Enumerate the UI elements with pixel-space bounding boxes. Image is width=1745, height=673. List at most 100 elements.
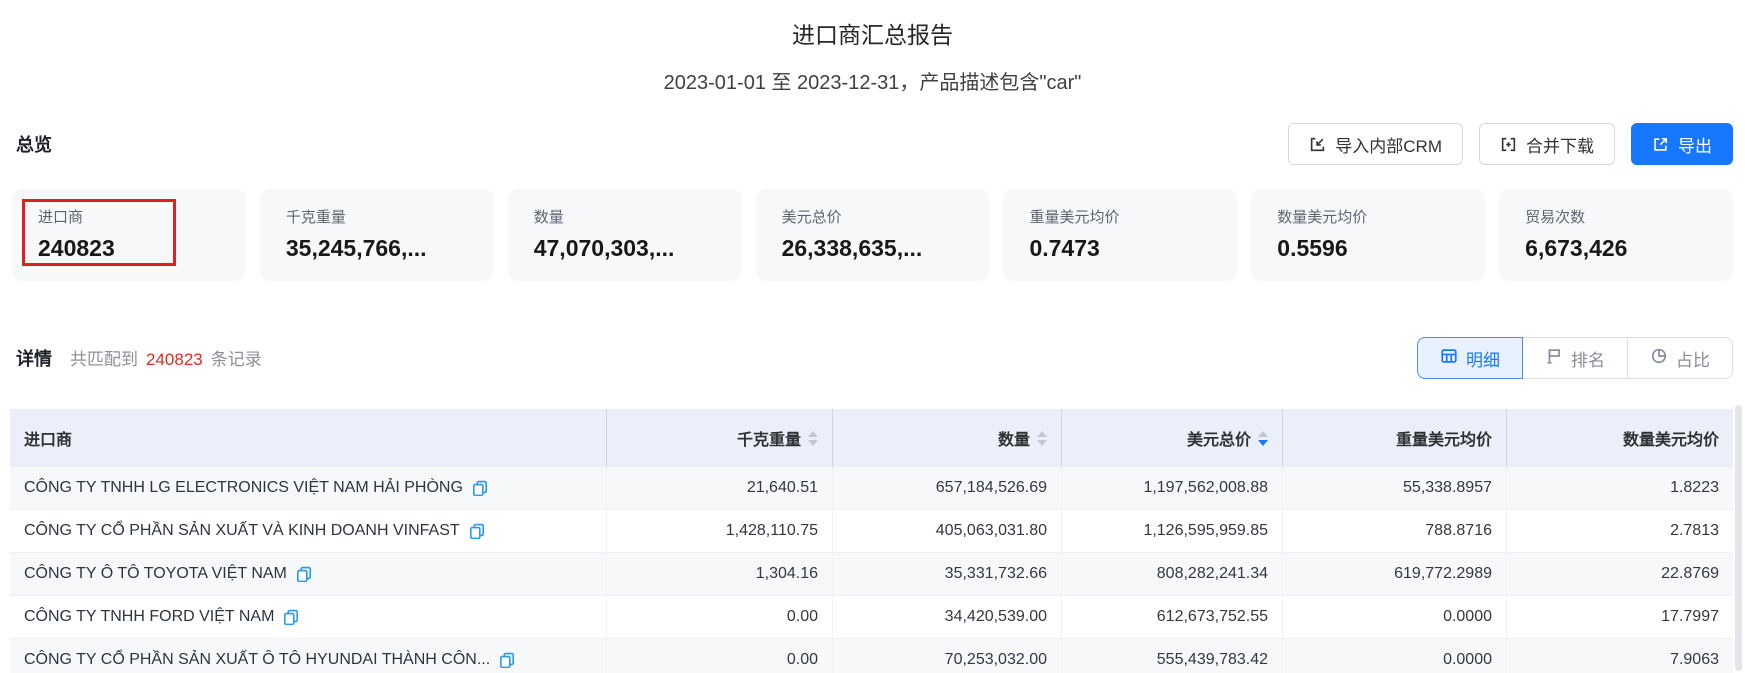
card-value: 35,245,766,... [285, 235, 427, 261]
card-usd-per-kg[interactable]: 重量美元均价 0.7473 [1003, 189, 1238, 281]
cell-usd-per-qty: 7.9063 [1670, 651, 1719, 668]
merge-download-label: 合并下载 [1526, 136, 1594, 156]
detail-summary: 详情 共匹配到 240823 条记录 [16, 345, 262, 371]
card-importers[interactable]: 进口商 240823 [12, 189, 246, 281]
card-value: 47,070,303,... [533, 235, 675, 261]
vertical-scrollbar[interactable] [1735, 405, 1742, 671]
cell-usd-per-qty: 22.8769 [1661, 565, 1719, 582]
column-header-total-usd[interactable]: 美元总价 [1062, 409, 1283, 467]
column-header-importer: 进口商 [10, 409, 607, 467]
report-date-range: 2023-01-01 至 2023-12-31，产品描述包含"car" [663, 72, 1082, 94]
cell-total-usd: 1,197,562,008.88 [1062, 467, 1283, 509]
column-header-quantity[interactable]: 数量 [833, 409, 1062, 467]
card-label: 美元总价 [781, 209, 842, 226]
view-tabs: 明细 排名 占比 [1417, 337, 1733, 379]
table-row[interactable]: CÔNG TY CỔ PHẦN SẢN XUẤT Ô TÔ HYUNDAI TH… [10, 639, 1733, 673]
cell-usd-per-kg: 619,772.2989 [1283, 553, 1507, 595]
import-crm-label: 导入内部CRM [1335, 136, 1442, 156]
copy-icon[interactable] [469, 523, 485, 539]
match-suffix: 条记录 [210, 350, 262, 369]
card-value: 0.7473 [1029, 235, 1100, 261]
tab-proportion[interactable]: 占比 [1627, 337, 1733, 379]
cell-usd-per-kg: 0.0000 [1283, 639, 1507, 673]
table-row[interactable]: CÔNG TY TNHH LG ELECTRONICS VIỆT NAM HẢI… [10, 467, 1733, 510]
card-total-usd[interactable]: 美元总价 26,338,635,... [755, 189, 990, 281]
cell-usd-per-kg: 55,338.8957 [1283, 467, 1507, 509]
export-icon [1652, 136, 1669, 153]
column-header-usd-per-qty: 数量美元均价 [1622, 432, 1719, 449]
column-header-weight-kg[interactable]: 千克重量 [607, 409, 833, 467]
importer-name-link[interactable]: CÔNG TY CỔ PHẦN SẢN XUẤT Ô TÔ HYUNDAI TH… [24, 651, 490, 669]
match-prefix: 共匹配到 [70, 350, 138, 369]
card-value: 26,338,635,... [781, 235, 923, 261]
sort-carets-icon[interactable] [1258, 430, 1268, 446]
card-label: 数量 [533, 209, 564, 226]
tab-ranking[interactable]: 排名 [1522, 337, 1628, 379]
cell-quantity: 70,253,032.00 [833, 639, 1062, 673]
sort-carets-icon[interactable] [1037, 430, 1047, 446]
cell-total-usd: 555,439,783.42 [1062, 639, 1283, 673]
export-button[interactable]: 导出 [1631, 123, 1733, 165]
cell-quantity: 35,331,732.66 [833, 553, 1062, 595]
summary-cards: 进口商 240823 千克重量 35,245,766,... 数量 47,070… [0, 189, 1745, 281]
cell-usd-per-qty: 17.7997 [1661, 608, 1719, 625]
importer-table: 进口商 千克重量 数量 美元总价 重量美元均价 数量美元均价 CÔNG TY T… [10, 409, 1733, 673]
card-value: 0.5596 [1277, 235, 1348, 261]
card-usd-per-qty[interactable]: 数量美元均价 0.5596 [1251, 189, 1486, 281]
pie-icon [1650, 347, 1668, 370]
importer-name-link[interactable]: CÔNG TY TNHH FORD VIỆT NAM [24, 608, 274, 626]
cell-quantity: 657,184,526.69 [833, 467, 1062, 509]
table-row[interactable]: CÔNG TY CỔ PHẦN SẢN XUẤT VÀ KINH DOANH V… [10, 510, 1733, 553]
detail-section-label: 详情 [16, 349, 52, 369]
card-weight-kg[interactable]: 千克重量 35,245,766,... [259, 189, 494, 281]
table-row[interactable]: CÔNG TY TNHH FORD VIỆT NAM 0.00 34,420,5… [10, 596, 1733, 639]
detail-bar: 详情 共匹配到 240823 条记录 明细 排名 占比 [0, 337, 1745, 379]
cell-total-usd: 612,673,752.55 [1062, 596, 1283, 638]
card-value: 6,673,426 [1525, 235, 1628, 261]
copy-icon[interactable] [499, 652, 515, 668]
import-icon [1309, 136, 1326, 153]
copy-icon[interactable] [296, 566, 312, 582]
overview-actions: 导入内部CRM 合并下载 导出 [1288, 123, 1733, 165]
merge-download-button[interactable]: 合并下载 [1479, 123, 1615, 165]
copy-icon[interactable] [472, 480, 488, 496]
card-value: 240823 [38, 235, 115, 261]
table-row[interactable]: CÔNG TY Ô TÔ TOYOTA VIỆT NAM 1,304.16 35… [10, 553, 1733, 596]
card-label: 贸易次数 [1525, 209, 1586, 226]
table-icon [1440, 347, 1458, 370]
table-header-row: 进口商 千克重量 数量 美元总价 重量美元均价 数量美元均价 [10, 409, 1733, 467]
copy-icon[interactable] [283, 609, 299, 625]
cell-usd-per-kg: 0.0000 [1283, 596, 1507, 638]
match-count: 240823 [146, 350, 203, 369]
cell-weight-kg: 0.00 [607, 596, 833, 638]
cell-total-usd: 1,126,595,959.85 [1062, 510, 1283, 552]
tab-detail[interactable]: 明细 [1417, 337, 1523, 379]
cell-quantity: 405,063,031.80 [833, 510, 1062, 552]
import-crm-button[interactable]: 导入内部CRM [1288, 123, 1463, 165]
card-label: 数量美元均价 [1277, 209, 1368, 226]
card-label: 千克重量 [285, 209, 346, 226]
overview-bar: 总览 导入内部CRM 合并下载 导出 [0, 123, 1745, 165]
export-label: 导出 [1678, 136, 1712, 156]
tab-detail-label: 明细 [1466, 350, 1500, 370]
cell-usd-per-qty: 1.8223 [1670, 479, 1719, 496]
card-trade-count[interactable]: 贸易次数 6,673,426 [1499, 189, 1734, 281]
page-title: 进口商汇总报告 [792, 22, 953, 48]
importer-name-link[interactable]: CÔNG TY Ô TÔ TOYOTA VIỆT NAM [24, 565, 287, 583]
importer-name-link[interactable]: CÔNG TY CỔ PHẦN SẢN XUẤT VÀ KINH DOANH V… [24, 522, 460, 540]
tab-proportion-label: 占比 [1676, 350, 1710, 370]
cell-total-usd: 808,282,241.34 [1062, 553, 1283, 595]
overview-section-label: 总览 [16, 135, 52, 155]
card-label: 重量美元均价 [1029, 209, 1120, 226]
cell-weight-kg: 21,640.51 [607, 467, 833, 509]
cell-weight-kg: 0.00 [607, 639, 833, 673]
column-header-usd-per-kg: 重量美元均价 [1283, 409, 1507, 467]
merge-icon [1500, 136, 1517, 153]
importer-name-link[interactable]: CÔNG TY TNHH LG ELECTRONICS VIỆT NAM HẢI… [24, 479, 463, 497]
cell-weight-kg: 1,304.16 [607, 553, 833, 595]
card-quantity[interactable]: 数量 47,070,303,... [507, 189, 742, 281]
card-label: 进口商 [38, 209, 84, 226]
sort-carets-icon[interactable] [808, 430, 818, 446]
cell-quantity: 34,420,539.00 [833, 596, 1062, 638]
tab-ranking-label: 排名 [1571, 350, 1605, 370]
